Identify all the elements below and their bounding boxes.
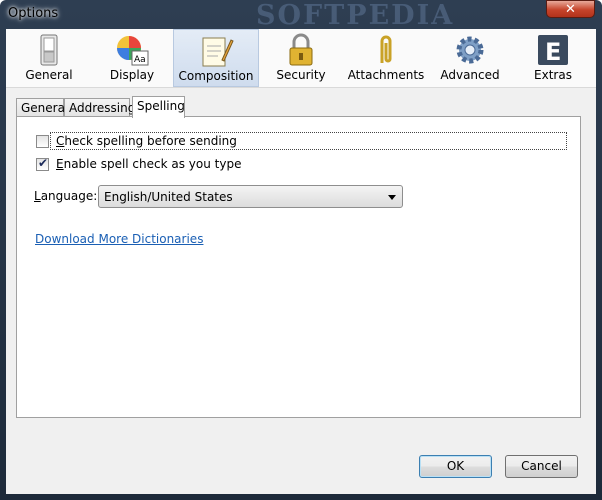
color-wheel-icon: Aa [117, 36, 149, 66]
window-title: Options [8, 6, 59, 21]
cancel-button[interactable]: Cancel [505, 455, 578, 478]
download-dictionaries-link[interactable]: Download More Dictionaries [35, 232, 203, 246]
title-bar[interactable]: Options SOFTPEDIA ✕ [0, 0, 602, 31]
switch-icon [40, 34, 58, 66]
options-content: General Aa Display Composition Security … [6, 29, 596, 494]
watermark: SOFTPEDIA [256, 0, 455, 31]
language-value: English/United States [104, 190, 233, 204]
check-mark-icon: ✔ [38, 156, 49, 170]
spell-as-you-type-label: Enable spell check as you type [56, 157, 242, 171]
close-icon: ✕ [565, 2, 576, 17]
category-toolbar: General Aa Display Composition Security … [6, 29, 596, 88]
toolbar-advanced[interactable]: Advanced [431, 29, 509, 87]
language-label: Language: [34, 189, 98, 203]
toolbar-attachments[interactable]: Attachments [346, 29, 426, 87]
toolbar-general[interactable]: General [6, 29, 92, 87]
svg-text:E: E [545, 38, 561, 66]
extras-e-icon: E [538, 35, 568, 66]
toolbar-label: Security [276, 68, 326, 82]
language-select[interactable]: English/United States [98, 185, 403, 208]
padlock-icon [289, 33, 313, 66]
toolbar-label: Display [109, 68, 155, 82]
toolbar-label: General [25, 68, 73, 82]
dropdown-arrow-icon [388, 195, 396, 200]
toolbar-label: Extras [534, 68, 572, 82]
toolbar-label: Attachments [347, 68, 425, 82]
paperclip-icon [380, 35, 392, 63]
tab-general[interactable]: General [16, 98, 68, 117]
spelling-panel: Check spelling before sending ✔ Enable s… [16, 116, 581, 418]
notepad-pencil-icon [202, 37, 234, 67]
tab-addressing[interactable]: Addressing [64, 98, 135, 117]
gear-icon [456, 36, 484, 64]
toolbar-label: Composition [178, 69, 254, 83]
toolbar-display[interactable]: Aa Display [92, 29, 172, 87]
check-before-sending-checkbox[interactable]: Check spelling before sending [36, 134, 536, 150]
toolbar-label: Advanced [440, 68, 500, 82]
toolbar-composition[interactable]: Composition [173, 29, 259, 87]
svg-text:Aa: Aa [134, 55, 146, 65]
options-window: Options SOFTPEDIA ✕ General Aa Display C… [0, 0, 602, 500]
close-button[interactable]: ✕ [546, 0, 595, 18]
spell-as-you-type-checkbox[interactable]: ✔ Enable spell check as you type [36, 156, 536, 173]
toolbar-extras[interactable]: E Extras [514, 29, 592, 87]
checkbox-box[interactable]: ✔ [36, 156, 49, 171]
toolbar-security[interactable]: Security [261, 29, 341, 87]
checkbox-box[interactable] [36, 135, 49, 148]
check-before-sending-label: Check spelling before sending [56, 134, 237, 148]
tab-spelling[interactable]: Spelling [132, 96, 185, 118]
ok-button[interactable]: OK [419, 455, 492, 478]
